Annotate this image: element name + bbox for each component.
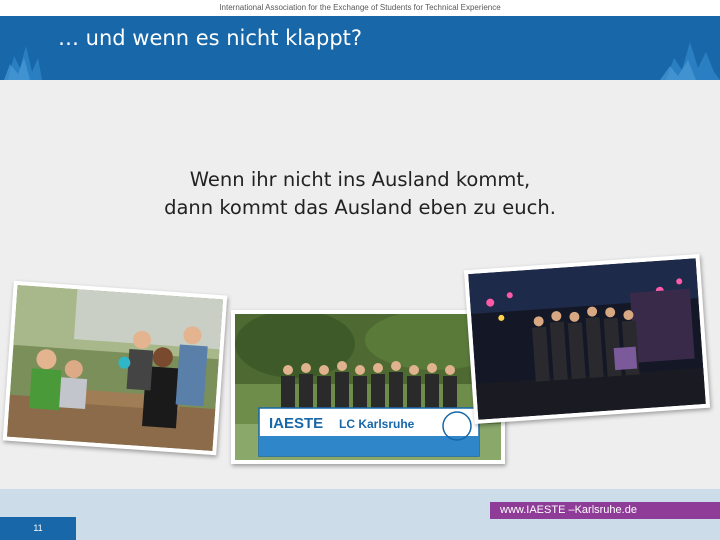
title-banner: … und wenn es nicht klappt?	[0, 16, 720, 80]
footer: 11 www.IAESTE –Karlsruhe.de	[0, 489, 720, 540]
photo-group-banner-image: IAESTE LC Karlsruhe	[235, 314, 501, 460]
photo-group-banner: IAESTE LC Karlsruhe	[231, 310, 505, 464]
page-number: 11	[33, 523, 43, 533]
headline-line-2: dann kommt das Ausland eben zu euch.	[164, 196, 556, 219]
photo-fairground-image	[468, 258, 706, 420]
tagline-text: International Association for the Exchan…	[219, 3, 501, 12]
photo-fairground	[463, 253, 711, 425]
iaeste-logo-right-icon	[660, 42, 720, 80]
tagline-bar: International Association for the Exchan…	[0, 0, 720, 16]
photo-picnic	[2, 280, 228, 456]
headline-line-1: Wenn ihr nicht ins Ausland kommt,	[189, 168, 531, 191]
iaeste-logo-left-icon	[4, 46, 42, 80]
banner-iaeste-text: IAESTE	[269, 415, 323, 432]
slide-title: … und wenn es nicht klappt?	[58, 26, 363, 50]
photo-picnic-image	[6, 285, 224, 451]
headline: Wenn ihr nicht ins Ausland kommt, dann k…	[0, 166, 720, 222]
banner-lc-text: LC Karlsruhe	[339, 417, 415, 431]
website-link[interactable]: www.IAESTE –Karlsruhe.de	[500, 504, 637, 516]
